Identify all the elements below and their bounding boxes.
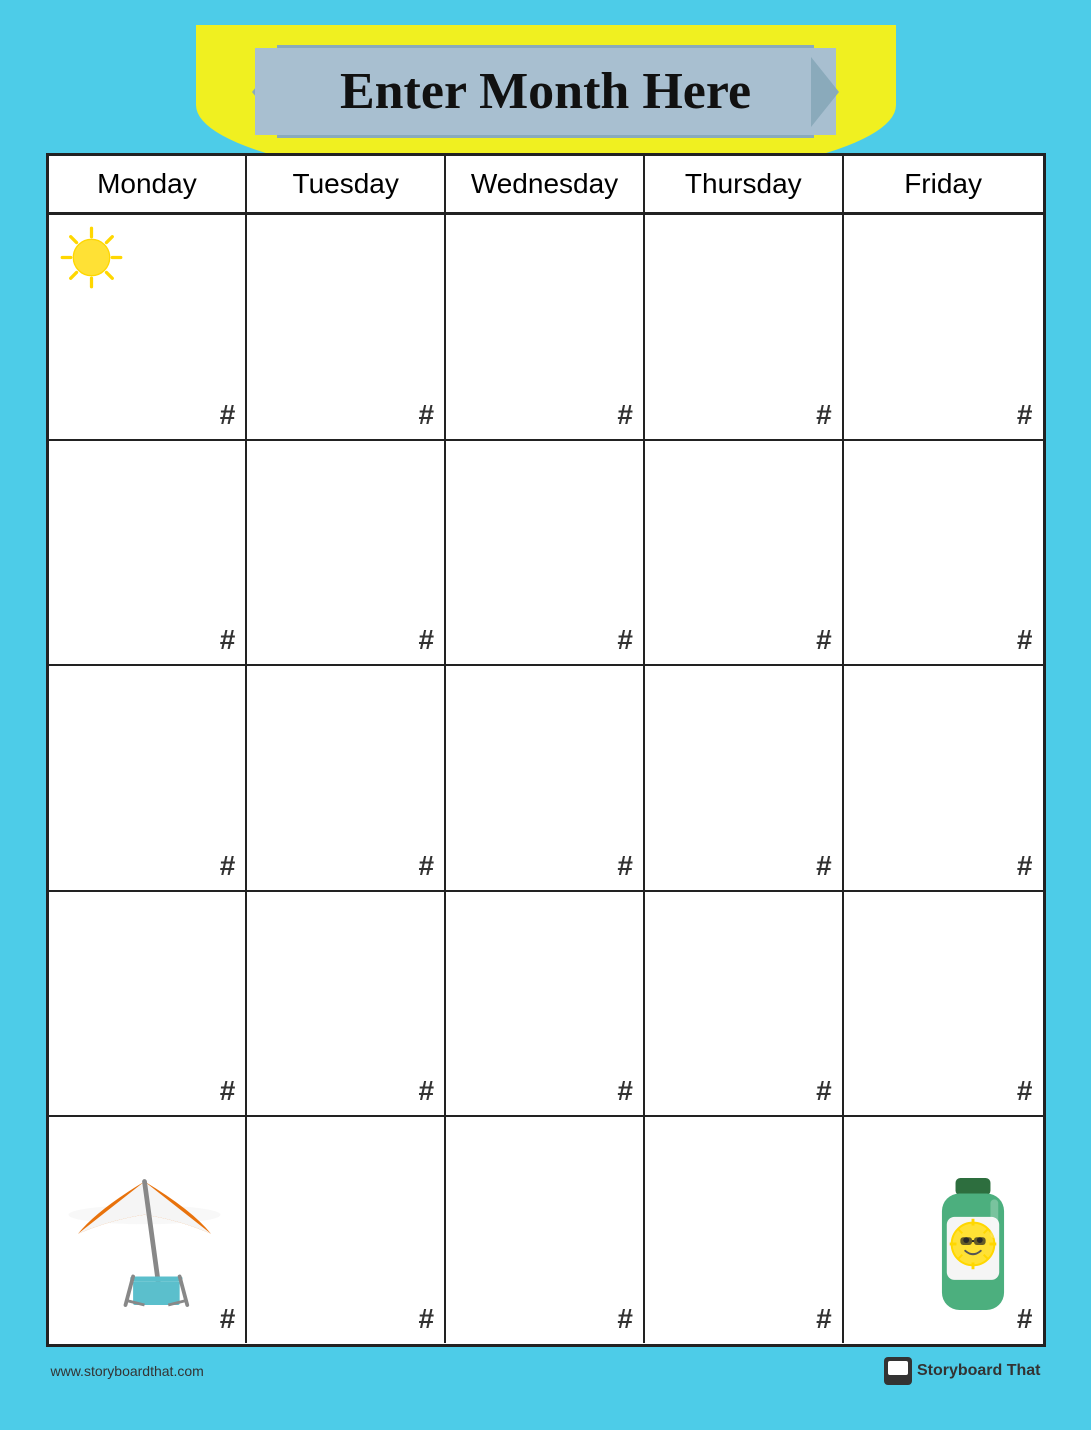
cell-r4c4[interactable]: # (645, 892, 844, 1116)
cell-number-r4c4: # (816, 1075, 832, 1107)
cell-number-r1c4: # (816, 399, 832, 431)
footer: www.storyboardthat.com Storyboard That (46, 1352, 1046, 1385)
storyboardthat-logo-icon (884, 1357, 912, 1385)
day-header-wednesday: Wednesday (446, 156, 645, 212)
cell-number-r3c2: # (419, 850, 435, 882)
cell-r1c5[interactable]: # (844, 215, 1043, 439)
cell-number-r4c2: # (419, 1075, 435, 1107)
cell-r2c1[interactable]: # (49, 441, 248, 665)
day-header-monday: Monday (49, 156, 248, 212)
cell-r2c3[interactable]: # (446, 441, 645, 665)
cell-number-r2c3: # (617, 624, 633, 656)
calendar-row-4: # # # # # (49, 892, 1043, 1118)
cell-r4c2[interactable]: # (247, 892, 446, 1116)
cell-number-r5c5: # (1017, 1303, 1033, 1335)
cell-number-r5c4: # (816, 1303, 832, 1335)
cell-r5c1[interactable]: # (49, 1117, 248, 1343)
cell-number-r4c5: # (1017, 1075, 1033, 1107)
page: Enter Month Here Monday Tuesday Wednesda… (26, 25, 1066, 1405)
day-header-friday: Friday (844, 156, 1043, 212)
cell-number-r3c1: # (220, 850, 236, 882)
cell-r2c2[interactable]: # (247, 441, 446, 665)
cell-r1c3[interactable]: # (446, 215, 645, 439)
cell-number-r2c2: # (419, 624, 435, 656)
cell-number-r4c3: # (617, 1075, 633, 1107)
cell-r2c4[interactable]: # (645, 441, 844, 665)
cell-r4c3[interactable]: # (446, 892, 645, 1116)
cell-r3c3[interactable]: # (446, 666, 645, 890)
cell-number-r4c1: # (220, 1075, 236, 1107)
cell-number-r2c1: # (220, 624, 236, 656)
calendar-body: # # # # # # (49, 215, 1043, 1343)
cell-r3c4[interactable]: # (645, 666, 844, 890)
footer-brand-area: Storyboard That (884, 1357, 1041, 1385)
day-header-tuesday: Tuesday (247, 156, 446, 212)
cell-r1c1[interactable]: # (49, 215, 248, 439)
cell-number-r3c5: # (1017, 850, 1033, 882)
cell-r3c5[interactable]: # (844, 666, 1043, 890)
calendar-header: Monday Tuesday Wednesday Thursday Friday (49, 156, 1043, 215)
cell-r5c2[interactable]: # (247, 1117, 446, 1343)
cell-number-r1c5: # (1017, 399, 1033, 431)
cell-r1c2[interactable]: # (247, 215, 446, 439)
title-banner: Enter Month Here (277, 45, 814, 138)
cell-r5c5[interactable]: # (844, 1117, 1043, 1343)
cell-number-r1c3: # (617, 399, 633, 431)
cell-number-r2c5: # (1017, 624, 1033, 656)
day-header-thursday: Thursday (645, 156, 844, 212)
calendar-row-1: # # # # # (49, 215, 1043, 441)
cell-number-r3c3: # (617, 850, 633, 882)
cell-r5c4[interactable]: # (645, 1117, 844, 1343)
cell-r3c2[interactable]: # (247, 666, 446, 890)
cell-r1c4[interactable]: # (645, 215, 844, 439)
footer-brand-name: Storyboard That (917, 1362, 1041, 1380)
calendar: Monday Tuesday Wednesday Thursday Friday (46, 153, 1046, 1347)
sun-icon (59, 225, 124, 290)
cell-r4c5[interactable]: # (844, 892, 1043, 1116)
cell-r5c3[interactable]: # (446, 1117, 645, 1343)
footer-website: www.storyboardthat.com (51, 1363, 204, 1379)
sunscreen-bottle-icon (913, 1178, 1033, 1343)
cell-number-r1c2: # (419, 399, 435, 431)
cell-number-r1c1: # (220, 399, 236, 431)
header-area: Enter Month Here (46, 45, 1046, 138)
calendar-row-3: # # # # # (49, 666, 1043, 892)
cell-r3c1[interactable]: # (49, 666, 248, 890)
cell-r4c1[interactable]: # (49, 892, 248, 1116)
cell-number-r5c2: # (419, 1303, 435, 1335)
cell-number-r5c1: # (220, 1303, 236, 1335)
cell-r2c5[interactable]: # (844, 441, 1043, 665)
cell-number-r5c3: # (617, 1303, 633, 1335)
calendar-row-2: # # # # # (49, 441, 1043, 667)
calendar-row-5: # # # # (49, 1117, 1043, 1343)
cell-number-r2c4: # (816, 624, 832, 656)
page-title[interactable]: Enter Month Here (340, 62, 751, 121)
cell-number-r3c4: # (816, 850, 832, 882)
